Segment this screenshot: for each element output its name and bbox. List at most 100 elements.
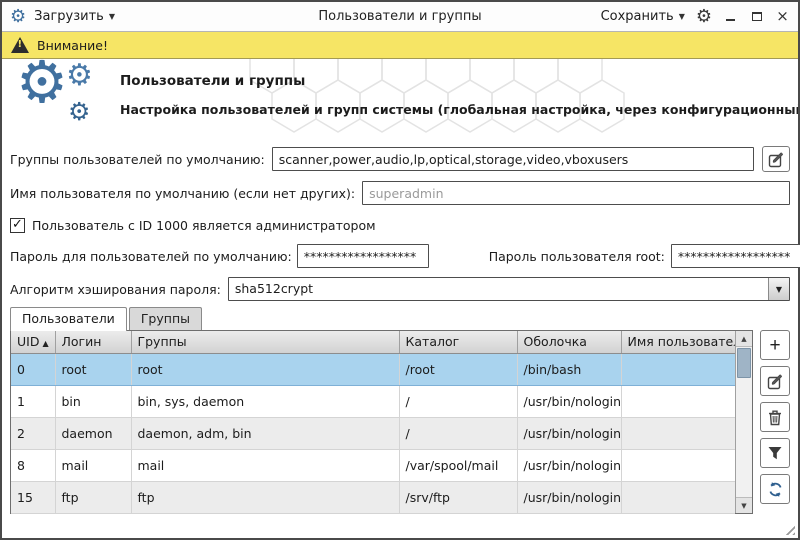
gear-icon: ⚙	[66, 61, 93, 91]
app-gear-icon: ⚙	[10, 8, 26, 26]
column-header-groups[interactable]: Группы	[131, 331, 399, 353]
cell-shell: /usr/bin/nologin	[517, 481, 621, 513]
cell-name	[621, 481, 735, 513]
table-action-buttons: +	[760, 330, 790, 504]
cell-groups: mail	[131, 449, 399, 481]
checkmark-icon: ✓	[12, 218, 23, 231]
add-user-button[interactable]: +	[760, 330, 790, 360]
cell-login: daemon	[55, 417, 131, 449]
users-section: UID▲ Логин Группы Каталог Оболочка Имя п…	[2, 330, 798, 514]
cell-home: /	[399, 417, 517, 449]
hash-algorithm-value: sha512crypt	[229, 278, 768, 300]
users-table: UID▲ Логин Группы Каталог Оболочка Имя п…	[10, 330, 753, 514]
table-row[interactable]: 15 ftp ftp /srv/ftp /usr/bin/nologin	[11, 481, 735, 513]
gear-icon: ⚙	[16, 59, 68, 111]
tab-bar: Пользователи Группы	[10, 307, 790, 330]
cell-shell: /bin/bash	[517, 353, 621, 385]
table-row[interactable]: 0 root root /root /bin/bash	[11, 353, 735, 385]
users-groups-icon: ⚙ ⚙ ⚙	[16, 59, 116, 137]
page-title: Пользователи и группы	[120, 73, 788, 89]
cell-name	[621, 417, 735, 449]
scrollbar-track[interactable]	[736, 379, 752, 497]
chevron-down-icon: ▼	[776, 285, 782, 294]
edit-groups-button[interactable]	[762, 146, 790, 172]
filter-button[interactable]	[760, 438, 790, 468]
edit-pencil-icon	[767, 373, 784, 390]
chevron-down-icon: ▼	[109, 12, 115, 21]
scroll-down-button[interactable]: ▼	[736, 497, 752, 513]
delete-user-button[interactable]	[760, 402, 790, 432]
default-username-input[interactable]	[362, 181, 790, 205]
tab-groups[interactable]: Группы	[129, 307, 202, 330]
scroll-down-icon: ▼	[741, 502, 746, 510]
cell-login: bin	[55, 385, 131, 417]
gear-icon: ⚙	[68, 99, 90, 124]
scroll-up-button[interactable]: ▲	[736, 331, 752, 347]
table-row[interactable]: 2 daemon daemon, adm, bin / /usr/bin/nol…	[11, 417, 735, 449]
close-button[interactable]: ×	[775, 9, 790, 25]
cell-login: mail	[55, 449, 131, 481]
cell-home: /srv/ftp	[399, 481, 517, 513]
minimize-button[interactable]	[723, 9, 738, 25]
cell-shell: /usr/bin/nologin	[517, 385, 621, 417]
table-header-row: UID▲ Логин Группы Каталог Оболочка Имя п…	[11, 331, 735, 353]
warning-text: Внимание!	[37, 38, 108, 53]
page-subtitle: Настройка пользователей и групп системы …	[120, 102, 788, 117]
cell-name	[621, 385, 735, 417]
titlebar: Пользователи и группы ⚙ Загрузить ▼ Сохр…	[2, 2, 798, 32]
table-row[interactable]: 1 bin bin, sys, daemon / /usr/bin/nologi…	[11, 385, 735, 417]
combo-dropdown-button[interactable]: ▼	[768, 278, 789, 300]
scrollbar-thumb[interactable]	[737, 348, 751, 378]
cell-uid: 0	[11, 353, 55, 385]
plus-icon: +	[769, 336, 780, 355]
tab-users[interactable]: Пользователи	[10, 307, 127, 331]
resize-grip[interactable]	[782, 522, 795, 535]
cell-uid: 15	[11, 481, 55, 513]
cell-name	[621, 449, 735, 481]
refresh-icon	[767, 481, 784, 498]
edit-user-button[interactable]	[760, 366, 790, 396]
cell-home: /	[399, 385, 517, 417]
cell-login: ftp	[55, 481, 131, 513]
cell-shell: /usr/bin/nologin	[517, 449, 621, 481]
load-button[interactable]: Загрузить ▼	[34, 9, 115, 24]
cell-home: /root	[399, 353, 517, 385]
maximize-button[interactable]	[749, 9, 764, 25]
cell-groups: ftp	[131, 481, 399, 513]
column-header-shell[interactable]: Оболочка	[517, 331, 621, 353]
cell-groups: bin, sys, daemon	[131, 385, 399, 417]
column-header-home[interactable]: Каталог	[399, 331, 517, 353]
default-username-label: Имя пользователя по умолчанию (если нет …	[10, 186, 355, 201]
scroll-up-icon: ▲	[741, 335, 746, 343]
settings-form: Группы пользователей по умолчанию: Имя п…	[2, 137, 798, 301]
default-password-label: Пароль для пользователей по умолчанию:	[10, 249, 292, 264]
save-button-label: Сохранить	[601, 9, 674, 24]
admin-checkbox[interactable]: ✓	[10, 218, 25, 233]
warning-icon: !	[11, 37, 29, 53]
column-header-login[interactable]: Логин	[55, 331, 131, 353]
cell-login: root	[55, 353, 131, 385]
table-row[interactable]: 8 mail mail /var/spool/mail /usr/bin/nol…	[11, 449, 735, 481]
save-button[interactable]: Сохранить ▼	[601, 9, 685, 24]
column-header-name[interactable]: Имя пользователя	[621, 331, 735, 353]
cell-uid: 2	[11, 417, 55, 449]
cell-uid: 8	[11, 449, 55, 481]
admin-checkbox-label: Пользователь с ID 1000 является админист…	[32, 218, 376, 233]
settings-gear-icon[interactable]: ⚙	[696, 8, 712, 26]
root-password-input[interactable]	[671, 244, 800, 268]
hash-algorithm-select[interactable]: sha512crypt ▼	[228, 277, 790, 301]
root-password-label: Пароль пользователя root:	[489, 249, 665, 264]
chevron-down-icon: ▼	[679, 12, 685, 21]
warning-exclamation: !	[18, 40, 23, 50]
minimize-icon	[726, 13, 735, 21]
app-window: Пользователи и группы ⚙ Загрузить ▼ Сохр…	[0, 0, 800, 540]
sort-ascending-icon: ▲	[42, 339, 48, 348]
filter-funnel-icon	[767, 445, 783, 461]
default-groups-label: Группы пользователей по умолчанию:	[10, 152, 265, 167]
default-password-input[interactable]	[297, 244, 429, 268]
column-header-uid[interactable]: UID▲	[11, 331, 55, 353]
refresh-button[interactable]	[760, 474, 790, 504]
cell-uid: 1	[11, 385, 55, 417]
hash-algorithm-label: Алгоритм хэширования пароля:	[10, 282, 221, 297]
default-groups-input[interactable]	[272, 147, 754, 171]
